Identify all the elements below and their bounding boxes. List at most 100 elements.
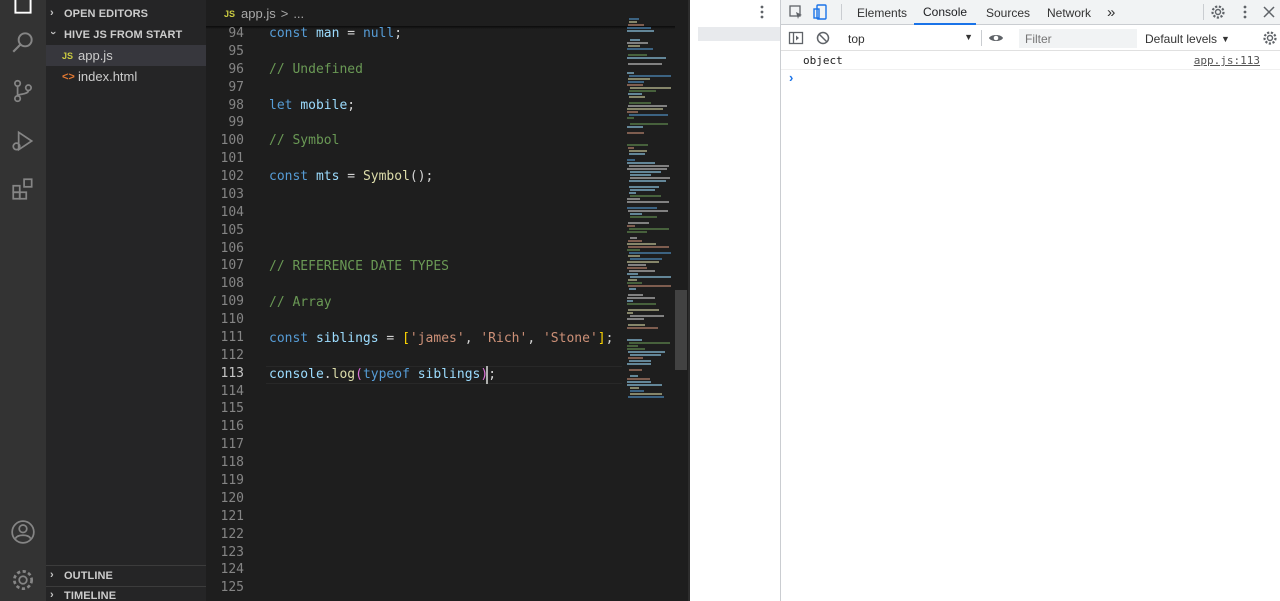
- code-line-96[interactable]: // Undefined: [269, 61, 363, 79]
- minimap[interactable]: [627, 18, 675, 601]
- activity-bar: [0, 0, 46, 601]
- code-line-107[interactable]: // REFERENCE DATE TYPES: [269, 258, 449, 276]
- source-control-icon[interactable]: [9, 77, 37, 105]
- account-icon[interactable]: [9, 518, 37, 546]
- minimap-line: [628, 63, 662, 65]
- context-selector[interactable]: top ▼: [843, 29, 975, 48]
- tab-console[interactable]: Console: [914, 0, 977, 25]
- minimap-line: [627, 168, 667, 170]
- line-number: 96: [228, 61, 244, 77]
- js-file-icon: JS: [62, 50, 74, 61]
- minimap-line: [627, 84, 643, 86]
- minimap-line: [630, 393, 662, 395]
- minimap-line: [627, 72, 634, 74]
- bracket: ]: [597, 331, 606, 346]
- more-options-icon[interactable]: [1236, 3, 1254, 21]
- file-item-app-js[interactable]: JS app.js: [46, 45, 206, 66]
- toolbar-divider: [1203, 4, 1204, 20]
- code-line-109[interactable]: // Array: [269, 294, 332, 312]
- tab-elements[interactable]: Elements: [857, 0, 907, 25]
- line-number: 124: [220, 562, 244, 578]
- console-settings-icon[interactable]: [1261, 29, 1279, 47]
- breadcrumb-more[interactable]: ...: [293, 6, 304, 21]
- outline-label: OUTLINE: [64, 570, 113, 582]
- filter-input[interactable]: [1019, 29, 1137, 48]
- line-number: 118: [220, 455, 244, 471]
- line-number: 109: [220, 294, 244, 310]
- project-folder-header[interactable]: › HIVE JS FROM START: [46, 25, 206, 45]
- extensions-icon[interactable]: [9, 175, 37, 203]
- code-line-113[interactable]: console.log(typeof siblings);: [269, 366, 496, 384]
- tab-network[interactable]: Network: [1047, 0, 1091, 25]
- minimap-line: [628, 78, 650, 80]
- minimap-line: [627, 261, 659, 263]
- clear-console-icon[interactable]: [814, 29, 832, 47]
- device-toolbar-icon[interactable]: [812, 3, 830, 21]
- minimap-line: [628, 24, 644, 26]
- project-folder-label: HIVE JS FROM START: [64, 29, 183, 41]
- close-icon[interactable]: [1260, 3, 1278, 21]
- line-number: 108: [220, 276, 244, 292]
- breadcrumb[interactable]: JS app.js > ...: [224, 6, 304, 21]
- explorer-sidebar: › OPEN EDITORS › HIVE JS FROM START JS a…: [46, 0, 206, 601]
- log-levels-dropdown[interactable]: Default levels ▼: [1145, 29, 1235, 48]
- minimap-line: [629, 180, 666, 182]
- keyword: const: [269, 331, 309, 346]
- file-item-index-html[interactable]: <> index.html: [46, 66, 206, 87]
- manage-gear-icon[interactable]: [9, 566, 37, 594]
- code-line-111[interactable]: const siblings = ['james', 'Rich', 'Ston…: [269, 330, 613, 348]
- minimap-line: [629, 18, 639, 20]
- minimap-line: [627, 126, 643, 128]
- more-vertical-icon[interactable]: [753, 3, 771, 21]
- sidebar-toggle-icon[interactable]: [787, 29, 805, 47]
- code-editor[interactable]: JS app.js > ... const man = null; // Und…: [206, 0, 688, 601]
- minimap-line: [628, 210, 668, 212]
- line-number: 98: [228, 97, 244, 113]
- console-prompt[interactable]: ›: [789, 70, 793, 85]
- toolbar-divider: [981, 30, 982, 46]
- run-debug-icon[interactable]: [9, 127, 37, 155]
- keyword: let: [269, 98, 293, 113]
- minimap-line: [628, 255, 640, 257]
- code-line-94[interactable]: const man = null;: [269, 25, 402, 43]
- code-line-98[interactable]: let mobile;: [269, 97, 355, 115]
- inspect-element-icon[interactable]: [787, 3, 805, 21]
- line-number: 101: [220, 151, 244, 167]
- keyword: const: [269, 26, 309, 41]
- minimap-line: [630, 195, 661, 197]
- minimap-line: [627, 282, 642, 284]
- literal: null: [362, 26, 395, 41]
- operator: =: [378, 331, 403, 346]
- punctuation: ;: [347, 98, 356, 113]
- minimap-line: [629, 186, 659, 188]
- console-message-source-link[interactable]: app.js:113: [1194, 54, 1260, 67]
- code-line-102[interactable]: const mts = Symbol();: [269, 168, 433, 186]
- settings-gear-icon[interactable]: [1209, 3, 1227, 21]
- line-number: 116: [220, 419, 244, 435]
- more-tabs-button[interactable]: »: [1107, 0, 1115, 25]
- live-expression-eye-icon[interactable]: [987, 29, 1005, 47]
- line-number: 111: [220, 329, 244, 345]
- minimap-line: [627, 108, 663, 110]
- identifier: mobile: [300, 98, 348, 113]
- toolbar-divider: [841, 4, 842, 20]
- line-number: 123: [220, 544, 244, 560]
- explorer-icon[interactable]: [9, 0, 37, 18]
- breadcrumb-file[interactable]: app.js: [241, 6, 276, 21]
- devtools-toolbar: Elements Console Sources Network »: [760, 0, 1280, 25]
- line-number: 95: [228, 43, 244, 59]
- minimap-line: [628, 45, 640, 47]
- vertical-scrollbar-thumb[interactable]: [675, 290, 687, 370]
- minimap-line: [627, 162, 655, 164]
- open-editors-header[interactable]: › OPEN EDITORS: [46, 4, 206, 24]
- search-icon[interactable]: [9, 28, 37, 56]
- tab-sources[interactable]: Sources: [986, 0, 1030, 25]
- file-name: index.html: [78, 69, 138, 84]
- outline-header[interactable]: › OUTLINE: [46, 566, 206, 586]
- console-message-text: object: [803, 54, 843, 67]
- timeline-header[interactable]: › TIMELINE: [46, 586, 206, 601]
- minimap-line: [627, 144, 648, 146]
- minimap-line: [630, 216, 657, 218]
- minimap-line: [627, 132, 644, 134]
- code-line-100[interactable]: // Symbol: [269, 132, 339, 150]
